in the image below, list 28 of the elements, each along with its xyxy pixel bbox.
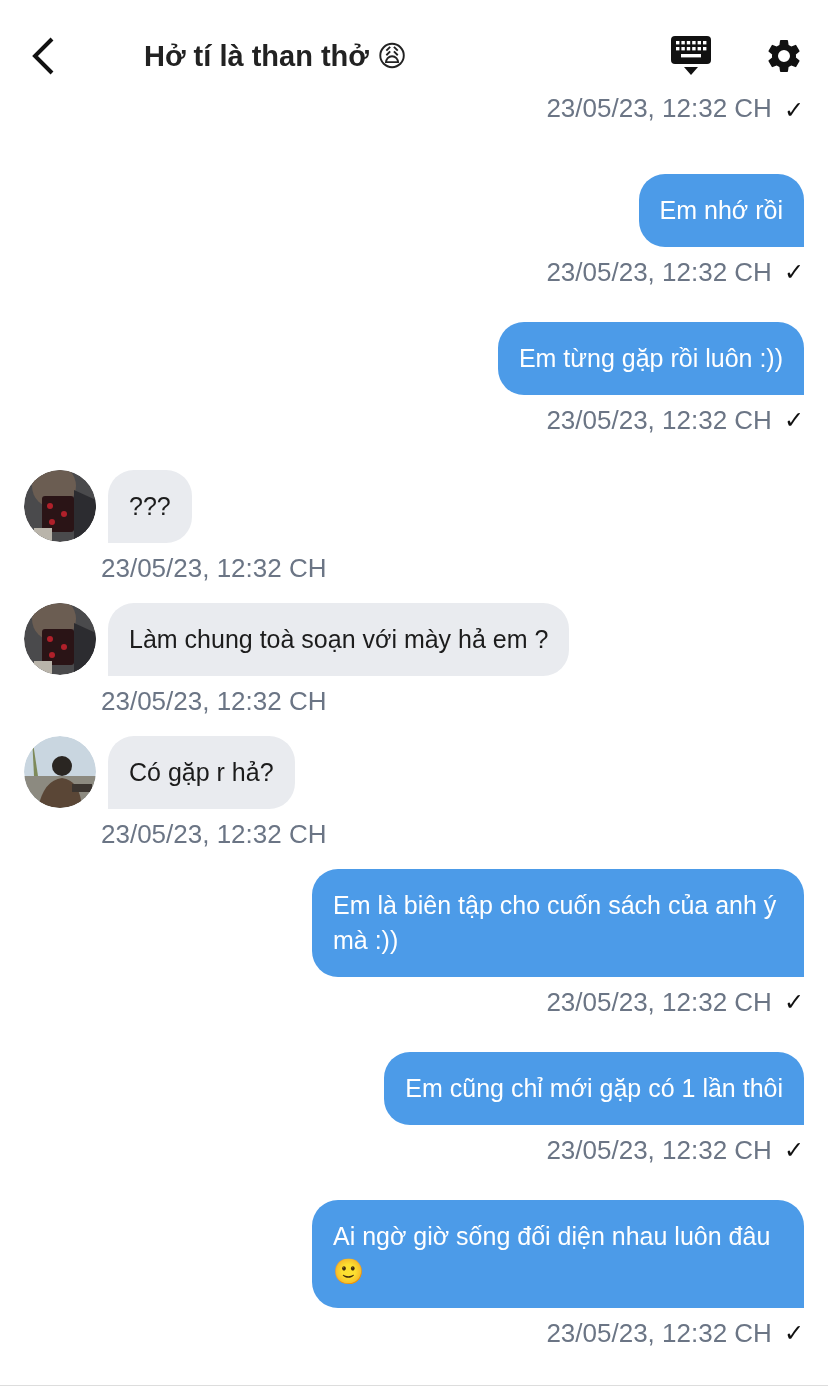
sent-message-bubble: Ai ngờ giờ sống đối diện nhau luôn đâu 🙂 [312,1200,804,1308]
check-icon: ✓ [783,258,804,286]
chat-title: Hở tí là than thở 😩 [144,39,409,73]
keyboard-icon [670,35,712,77]
check-icon: ✓ [783,1319,804,1347]
check-icon: ✓ [783,406,804,434]
message-timestamp: 23/05/23, 12:32 CH [101,685,327,717]
received-message-bubble: Làm chung toà soạn với mày hả em ? [108,603,570,676]
sent-message-bubble: Em nhớ rồi [638,174,804,247]
check-icon: ✓ [783,1136,804,1164]
message-timestamp: 23/05/23, 12:32 CH [546,1317,772,1349]
message-timestamp: 23/05/23, 12:32 CH [546,404,772,436]
sent-message-bubble: Em là biên tập cho cuốn sách của anh ý mà :)) [312,869,804,977]
message-timestamp: 23/05/23, 12:32 CH [101,818,327,850]
message-timestamp: 23/05/23, 12:32 CH [546,256,772,288]
sent-message-bubble: Em từng gặp rồi luôn :)) [497,322,804,395]
message-timestamp: 23/05/23, 12:32 CH [546,93,772,124]
check-icon: ✓ [783,988,804,1016]
message-timestamp: 23/05/23, 12:32 CH [101,552,327,584]
sent-message-bubble: Em cũng chỉ mới gặp có 1 lần thôi [384,1052,804,1125]
back-button[interactable] [30,36,56,76]
received-message-bubble: ??? [108,470,192,543]
check-icon: ✓ [783,96,804,124]
back-icon [30,36,56,76]
received-message-bubble: Có gặp r hả? [108,736,295,809]
keyboard-button[interactable] [670,35,712,77]
message-timestamp: 23/05/23, 12:32 CH [546,986,772,1018]
message-timestamp: 23/05/23, 12:32 CH [546,1134,772,1166]
